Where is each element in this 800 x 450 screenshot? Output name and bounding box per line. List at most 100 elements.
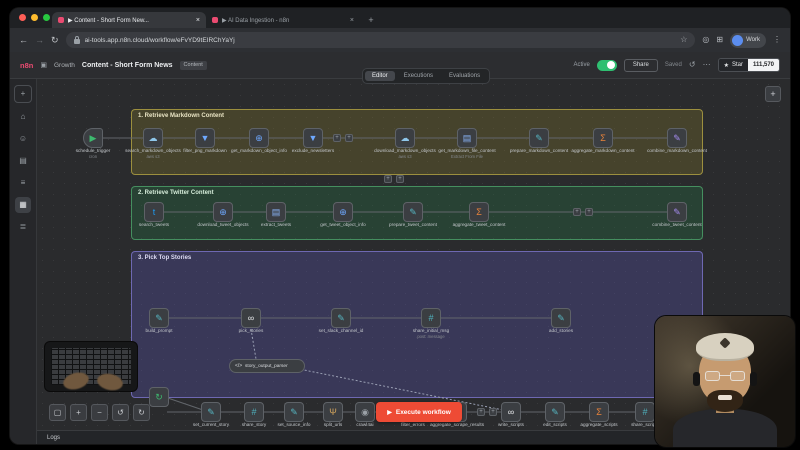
sidebar-overview-icon[interactable]: ⌂ [15,109,31,125]
back-icon[interactable]: ← [19,35,28,45]
active-toggle[interactable] [596,59,617,71]
sidebar-templates-icon[interactable]: ≡ [15,175,31,191]
workflow-node-set_slack_channel_id[interactable]: ✎ set_slack_channel_id [319,308,363,334]
sidebar-create-icon[interactable]: + [14,85,32,103]
zoom-in-button[interactable]: + [70,404,87,421]
browser-tab[interactable]: ▶ AI Data Ingestion - n8n × [206,12,360,28]
minimize-window-button[interactable] [31,14,38,21]
undo-button[interactable]: ↺ [112,404,129,421]
zoom-out-button[interactable]: − [91,404,108,421]
workflow-node-share_scripts[interactable]: # share_scripts [631,402,659,428]
workflow-node-crawl4ai[interactable]: ◉ crawl4ai [355,402,375,428]
address-field[interactable]: ai-tools.app.n8n.cloud/workflow/eFvYD9tE… [65,32,696,48]
tab-close-icon[interactable]: × [350,17,354,24]
workspace-name[interactable]: Growth [54,62,75,69]
workflow-node-schedule_trigger[interactable]: ▶ schedule_trigger cron [76,128,110,159]
workflow-node-download_markdown_objects[interactable]: ☁ download_markdown_objects aws s3 [374,128,436,159]
browser-tab[interactable]: ▶ Content - Short Form New... × [52,12,206,28]
workflow-node-story_output_parser[interactable]: </> story_output_parser [229,359,305,373]
node-label: story_output_parser [245,363,288,369]
workflow-node-search_markdown_objects[interactable]: ☁ search_markdown_objects aws s3 [125,128,181,159]
node-box: Σ [593,128,613,148]
connector-node[interactable]: + [489,408,497,416]
fit-view-button[interactable]: ▢ [49,404,66,421]
connector-node[interactable]: + [573,208,581,216]
workflow-node-prepare_tweet_content[interactable]: ✎ prepare_tweet_content [389,202,437,228]
tab-editor[interactable]: Editor [365,71,395,81]
history-icon[interactable]: ↺ [689,61,696,69]
sidebar-projects-icon[interactable]: ▤ [15,153,31,169]
extensions-icon[interactable]: ⊞ [716,36,723,44]
workflow-node-aggregate_markdown_content[interactable]: Σaggregate_markdown_content [571,128,635,154]
node-box: + [396,175,404,183]
workflow-node-get_markdown_file_content[interactable]: ▤ get_markdown_file_content Extract From F… [438,128,496,159]
play-icon: ▶ [89,132,97,143]
workflow-node-exclude_newsletters[interactable]: ▼ exclude_newsletters [292,128,334,154]
reload-icon[interactable]: ↻ [51,35,59,45]
node-label: build_prompt [145,329,173,334]
node-box: ⊕ [213,202,233,222]
connector-node[interactable]: + [333,134,341,142]
execute-workflow-button[interactable]: ▶ Execute workflow [376,402,462,422]
workflow-node-aggregate_tweet_content[interactable]: Σaggregate_tweet_content [453,202,505,228]
browser-profile-chip[interactable]: Work [730,32,766,48]
redo-button[interactable]: ↻ [133,404,150,421]
file-icon: ▤ [271,206,281,217]
github-star-widget[interactable]: ★ Star 111,570 [717,58,780,72]
sidebar-personal-icon[interactable]: ☺ [15,131,31,147]
forward-icon[interactable]: → [35,35,44,45]
workflow-node-build_prompt[interactable]: ✎ build_prompt [145,308,173,334]
new-tab-button[interactable]: + [364,13,378,27]
workflow-node-combine_markdown_content[interactable]: ✎ combine_markdown_content [647,128,707,154]
loop-icon: ↻ [155,391,163,402]
workflow-node-get_tweet_object_info[interactable]: ⊕ get_tweet_object_info [320,202,366,228]
connector-node[interactable]: + [585,208,593,216]
share-button[interactable]: Share [623,58,658,72]
workflow-node-download_tweet_objects[interactable]: ⊕ download_tweet_objects [197,202,249,228]
maximize-window-button[interactable] [43,14,50,21]
workflow-node-aggregate_scripts[interactable]: Σaggregate_scripts [580,402,618,428]
node-box: ▼ [195,128,215,148]
add-node-button[interactable]: + [765,86,781,102]
star-icon: ★ [723,62,729,69]
tab-executions[interactable]: Executions [397,71,440,81]
more-menu-icon[interactable]: ⋯ [703,61,711,69]
node-label: aggregate_markdown_content [571,149,635,154]
bookmark-star-icon[interactable]: ☆ [680,36,687,44]
workflow-node-combine_tweet_content[interactable]: ✎ combine_tweet_content [652,202,702,228]
workflow-node-set_source_info[interactable]: ✎ set_source_info [277,402,311,428]
workflow-node-pick_stories[interactable]: ∞ pick_stories [239,308,263,334]
connector-node[interactable]: + [345,134,353,142]
workflow-node-set_current_story[interactable]: ✎ set_current_story [193,402,229,428]
sidebar-layers-icon[interactable]: ▦ [15,197,31,213]
workflow-node-write_scripts[interactable]: ∞ write_scripts [498,402,524,428]
workflow-node-split_urls[interactable]: Ψsplit_urls [323,402,343,428]
connector-node[interactable]: + [396,175,404,183]
passwords-icon[interactable]: ◎ [702,36,709,44]
close-window-button[interactable] [19,14,26,21]
node-label: combine_tweet_content [652,223,702,228]
view-tabs: Editor Executions Evaluations [362,68,491,84]
node-box: ✎ [667,128,687,148]
workflow-node-loop_items[interactable]: ↻ [149,387,169,407]
node-subtitle: aws s3 [398,155,412,160]
connector-node[interactable]: + [384,175,392,183]
workflow-node-add_stories[interactable]: ✎ add_stories [549,308,573,334]
workflow-node-extract_tweets[interactable]: ▤ extract_tweets [261,202,291,228]
workflow-node-search_tweets[interactable]: t search_tweets [139,202,169,228]
n8n-logo[interactable]: n8n [20,61,33,70]
workflow-node-share_initial_msg[interactable]: # share_initial_msg post: message [413,308,449,339]
workflow-node-share_story[interactable]: # share_story [242,402,266,428]
tab-evaluations[interactable]: Evaluations [442,71,487,81]
browser-menu-icon[interactable]: ⋮ [773,36,781,44]
node-box: </> story_output_parser [229,359,305,373]
workflow-node-edit_scripts[interactable]: ✎ edit_scripts [543,402,567,428]
workflow-title[interactable]: Content - Short Form News [82,62,173,69]
sidebar-data-tables-icon[interactable]: ≣ [15,219,31,235]
workflow-tag[interactable]: Content [179,60,207,70]
tab-close-icon[interactable]: × [196,17,200,24]
workflow-node-filter_png_markdown[interactable]: ▼ filter_png_markdown [183,128,227,154]
connector-node[interactable]: + [477,408,485,416]
workflow-node-prepare_markdown_content[interactable]: ✎ prepare_markdown_content [510,128,568,154]
workflow-node-get_markdown_object_info[interactable]: ⊕ get_markdown_object_info [231,128,287,154]
